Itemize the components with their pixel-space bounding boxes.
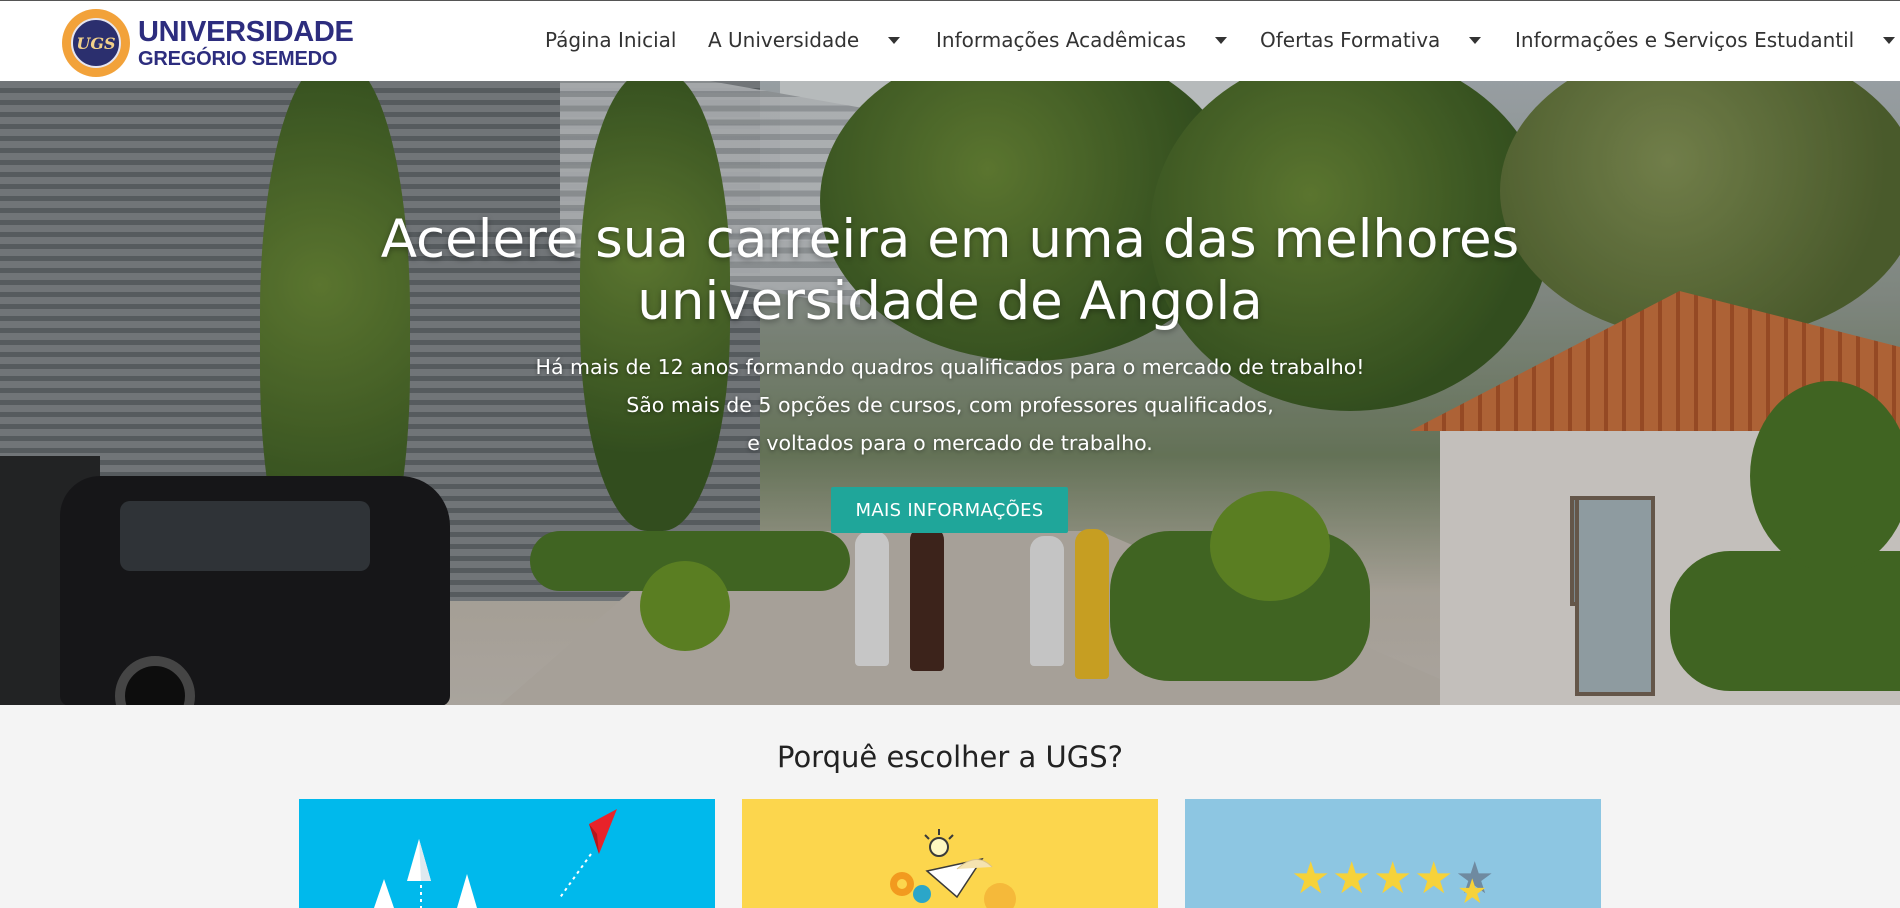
nav-label: Informações e Serviços Estudantil [1515, 28, 1855, 52]
hero-subtitle-line: e voltados para o mercado de trabalho. [747, 431, 1153, 455]
nav-label: Página Inicial [545, 28, 677, 52]
chevron-down-icon [888, 36, 901, 44]
chevron-down-icon [1215, 36, 1228, 44]
nav-item-ofertas-formativa[interactable]: Ofertas Formativa [1260, 28, 1482, 52]
hero-title: Acelere sua carreira em uma das melhores… [300, 209, 1600, 333]
hero-subtitle-line: São mais de 5 opções de cursos, com prof… [626, 393, 1274, 417]
hero-subtitle: Há mais de 12 anos formando quadros qual… [400, 348, 1500, 462]
idea-gears-icon [890, 829, 1016, 908]
chevron-down-icon [1469, 36, 1482, 44]
more-info-button[interactable]: MAIS INFORMAÇÕES [831, 487, 1068, 533]
logo-title: UNIVERSIDADE [138, 15, 354, 48]
feature-card[interactable] [299, 799, 715, 908]
nav-label: Ofertas Formativa [1260, 28, 1441, 52]
nav-label: A Universidade [708, 28, 860, 52]
hero-subtitle-line: Há mais de 12 anos formando quadros qual… [535, 355, 1365, 379]
feature-card[interactable] [742, 799, 1158, 908]
hero-banner: Acelere sua carreira em uma das melhores… [0, 81, 1900, 705]
nav-label: Informações Acadêmicas [936, 28, 1187, 52]
hero-title-line: universidade de Angola [637, 271, 1263, 332]
nav-item-pagina-inicial[interactable]: Página Inicial [545, 28, 676, 52]
feature-card[interactable]: ★ ★ ★ ★ ★ ★ [1185, 799, 1601, 908]
nav-item-servicos-estudantil[interactable]: Informações e Serviços Estudantil [1515, 28, 1896, 52]
nav-item-a-universidade[interactable]: A Universidade [708, 28, 901, 52]
nav-item-informacoes-academicas[interactable]: Informações Acadêmicas [936, 28, 1228, 52]
paper-planes-icon [374, 809, 617, 908]
why-section-title: Porquê escolher a UGS? [776, 740, 1123, 774]
university-logo[interactable]: UGS UNIVERSIDADE GREGÓRIO SEMEDO [62, 9, 354, 77]
chevron-down-icon [1883, 36, 1896, 44]
university-seal-icon: UGS [62, 9, 130, 77]
logo-subtitle: GREGÓRIO SEMEDO [138, 47, 338, 70]
site-header: UGS UNIVERSIDADE GREGÓRIO SEMEDO Página … [0, 0, 1900, 81]
seal-letters: UGS [76, 33, 116, 53]
hero-title-line: Acelere sua carreira em uma das melhores [380, 209, 1520, 270]
